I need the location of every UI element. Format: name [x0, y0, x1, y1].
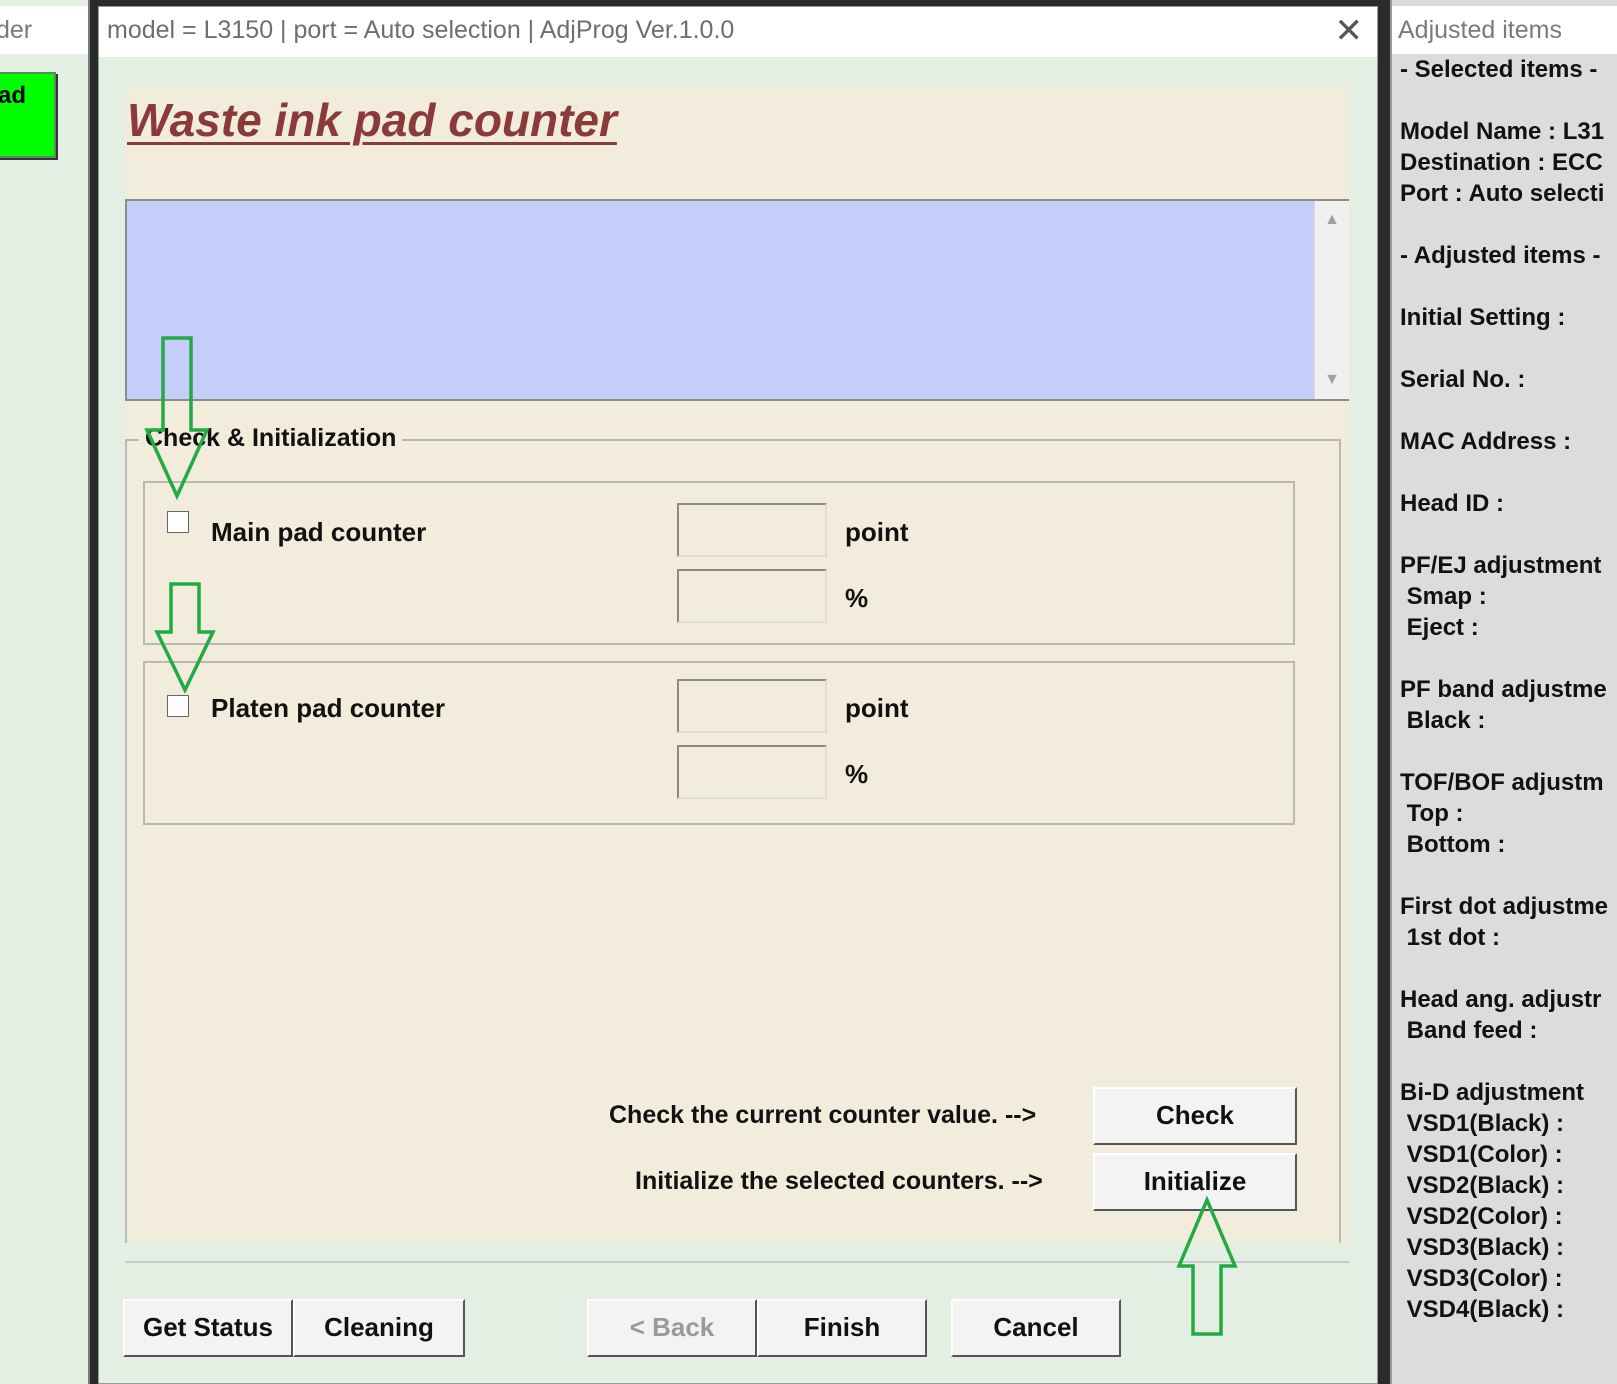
down-arrow-icon	[154, 582, 216, 695]
down-arrow-icon	[144, 336, 210, 501]
up-arrow-icon	[1176, 1195, 1238, 1336]
annotation-arrows	[144, 336, 1238, 1336]
